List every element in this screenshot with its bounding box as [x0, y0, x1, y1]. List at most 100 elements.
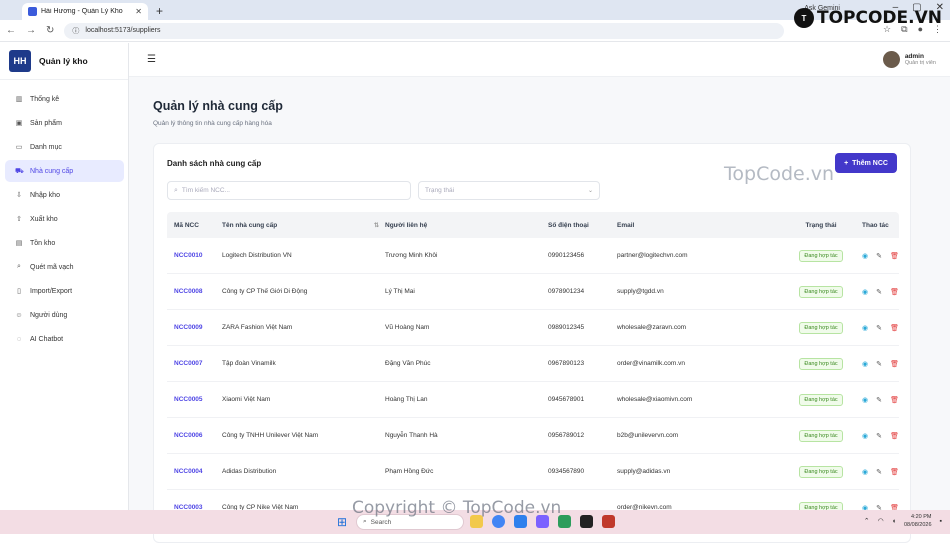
supplier-name: Adidas Distribution: [222, 468, 277, 475]
sort-icon[interactable]: ⇅: [374, 222, 379, 229]
supplier-email: partner@logitechvn.com: [617, 252, 688, 259]
view-icon[interactable]: ◉: [862, 252, 868, 260]
export-icon: ⇧: [16, 216, 22, 223]
topcode-logo: T TOPCODE.VN: [793, 8, 942, 28]
box-icon: ▣: [15, 120, 23, 127]
supplier-code[interactable]: NCC0009: [167, 324, 222, 331]
status-filter-input[interactable]: [425, 187, 565, 194]
file-icon: ▯: [17, 288, 21, 295]
url-field[interactable]: ⓘ localhost:5173/suppliers: [64, 22, 785, 39]
user-icon: ☺: [15, 311, 23, 319]
sidebar-item-nha-cung-cap[interactable]: ⛟ Nhà cung cấp: [5, 160, 124, 182]
search-input[interactable]: [181, 187, 382, 194]
sidebar-item-ton-kho[interactable]: ▤ Tồn kho: [5, 232, 124, 254]
col-header-phone[interactable]: Số điện thoại: [548, 222, 617, 229]
col-header-status[interactable]: Trạng thái: [780, 222, 862, 229]
delete-icon[interactable]: 🗑: [890, 360, 899, 368]
view-icon[interactable]: ◉: [862, 468, 868, 476]
table-row[interactable]: NCC0005 Xiaomi Việt Nam Hoàng Thị Lan 09…: [167, 382, 899, 418]
table-row[interactable]: NCC0008 Công ty CP Thế Giới Di Động Lý T…: [167, 274, 899, 310]
edit-icon[interactable]: ✎: [876, 288, 882, 296]
notification-icon[interactable]: ▪: [940, 518, 942, 525]
col-header-name[interactable]: Tên nhà cung cấp ⇅: [222, 222, 385, 229]
status-badge: Đang hợp tác: [799, 465, 843, 478]
supplier-email: order@vinamilk.com.vn: [617, 360, 686, 367]
supplier-phone: 0978901234: [548, 288, 585, 295]
col-header-email[interactable]: Email: [617, 222, 780, 229]
table-row[interactable]: NCC0007 Tập đoàn Vinamilk Đặng Văn Phúc …: [167, 346, 899, 382]
new-tab-icon[interactable]: +: [156, 4, 163, 18]
table-row[interactable]: NCC0004 Adidas Distribution Phạm Hồng Đứ…: [167, 454, 899, 490]
delete-icon[interactable]: 🗑: [890, 252, 899, 260]
edit-icon[interactable]: ✎: [876, 252, 882, 260]
sidebar: HH Quản lý kho ▥ Thống kê ▣ Sản phẩm ▭ Danh…: [0, 43, 129, 510]
add-supplier-button[interactable]: + Thêm NCC: [835, 153, 897, 173]
delete-icon[interactable]: 🗑: [890, 396, 899, 404]
back-icon[interactable]: ←: [6, 25, 16, 36]
url-text: localhost:5173/suppliers: [85, 27, 161, 34]
search-icon: ⌕: [174, 186, 178, 194]
edit-icon[interactable]: ✎: [876, 396, 882, 404]
sidebar-item-import-export[interactable]: ▯ Import/Export: [5, 280, 124, 302]
view-icon[interactable]: ◉: [862, 288, 868, 296]
supplier-code[interactable]: NCC0008: [167, 288, 222, 295]
close-tab-icon[interactable]: ✕: [135, 7, 142, 16]
topcode-watermark: TopCode.vn: [724, 163, 835, 185]
site-info-icon[interactable]: ⓘ: [72, 26, 79, 36]
delete-icon[interactable]: 🗑: [890, 432, 899, 440]
sidebar-item-label: Quét mã vạch: [30, 263, 74, 271]
chevron-up-icon[interactable]: ⌃: [864, 517, 870, 525]
browser-tab[interactable]: Hải Hương - Quản Lý Kho ✕: [22, 3, 148, 20]
supplier-list-card: Danh sách nhà cung cấp + Thêm NCC ⌕ ⌄ Mã…: [153, 143, 911, 543]
brand[interactable]: HH Quản lý kho: [0, 43, 128, 80]
table-row[interactable]: NCC0006 Công ty TNHH Unilever Việt Nam N…: [167, 418, 899, 454]
col-header-contact[interactable]: Người liên hệ: [385, 222, 548, 229]
forward-icon[interactable]: →: [26, 25, 36, 36]
sidebar-item-label: Xuất kho: [30, 215, 58, 223]
topcode-logo-mark: T: [793, 8, 814, 28]
volume-icon[interactable]: ◖: [892, 518, 896, 525]
sidebar-item-thong-ke[interactable]: ▥ Thống kê: [5, 88, 124, 110]
hamburger-menu-icon[interactable]: ☰: [147, 54, 156, 65]
page-header: Quản lý nhà cung cấp Quản lý thông tin n…: [129, 77, 950, 127]
supplier-code[interactable]: NCC0005: [167, 396, 222, 403]
edit-icon[interactable]: ✎: [876, 432, 882, 440]
view-icon[interactable]: ◉: [862, 396, 868, 404]
table-row[interactable]: NCC0010 Logitech Distribution VN Trương …: [167, 238, 899, 274]
view-icon[interactable]: ◉: [862, 432, 868, 440]
delete-icon[interactable]: 🗑: [890, 288, 899, 296]
view-icon[interactable]: ◉: [862, 360, 868, 368]
windows-start-icon[interactable]: ⊞: [337, 515, 347, 529]
delete-icon[interactable]: 🗑: [890, 468, 899, 476]
view-icon[interactable]: ◉: [862, 324, 868, 332]
clock[interactable]: 4:20 PM 08/08/2026: [904, 513, 932, 529]
sidebar-item-san-pham[interactable]: ▣ Sản phẩm: [5, 112, 124, 134]
table-row[interactable]: NCC0009 ZARA Fashion Việt Nam Vũ Hoàng N…: [167, 310, 899, 346]
sidebar-item-danh-muc[interactable]: ▭ Danh mục: [5, 136, 124, 158]
supplier-code[interactable]: NCC0006: [167, 432, 222, 439]
sidebar-item-label: Import/Export: [30, 287, 73, 295]
delete-icon[interactable]: 🗑: [890, 324, 899, 332]
app-icon[interactable]: [602, 515, 615, 528]
sidebar-item-quet-ma-vach[interactable]: ⌕ Quét mã vạch: [5, 256, 124, 278]
sidebar-item-xuat-kho[interactable]: ⇧ Xuất kho: [5, 208, 124, 230]
sidebar-item-nhap-kho[interactable]: ⇩ Nhập kho: [5, 184, 124, 206]
supplier-name: Xiaomi Việt Nam: [222, 396, 271, 403]
edit-icon[interactable]: ✎: [876, 324, 882, 332]
reload-icon[interactable]: ↻: [46, 25, 54, 36]
supplier-code[interactable]: NCC0004: [167, 468, 222, 475]
supplier-code[interactable]: NCC0007: [167, 360, 222, 367]
supplier-code[interactable]: NCC0010: [167, 252, 222, 259]
status-filter[interactable]: ⌄: [418, 181, 600, 200]
user-menu[interactable]: admin Quản trị viên: [882, 51, 936, 68]
sidebar-item-label: Sản phẩm: [30, 119, 62, 127]
sidebar-item-nguoi-dung[interactable]: ☺ Người dùng: [5, 304, 124, 326]
edit-icon[interactable]: ✎: [876, 360, 882, 368]
user-name: admin: [904, 53, 924, 60]
col-header-code[interactable]: Mã NCC: [167, 222, 222, 229]
sidebar-item-ai-chatbot[interactable]: ◌ AI Chatbot: [5, 328, 124, 350]
app-icon[interactable]: [580, 515, 593, 528]
supplier-name: ZARA Fashion Việt Nam: [222, 324, 293, 331]
wifi-icon[interactable]: ◠: [878, 517, 884, 525]
edit-icon[interactable]: ✎: [876, 468, 882, 476]
